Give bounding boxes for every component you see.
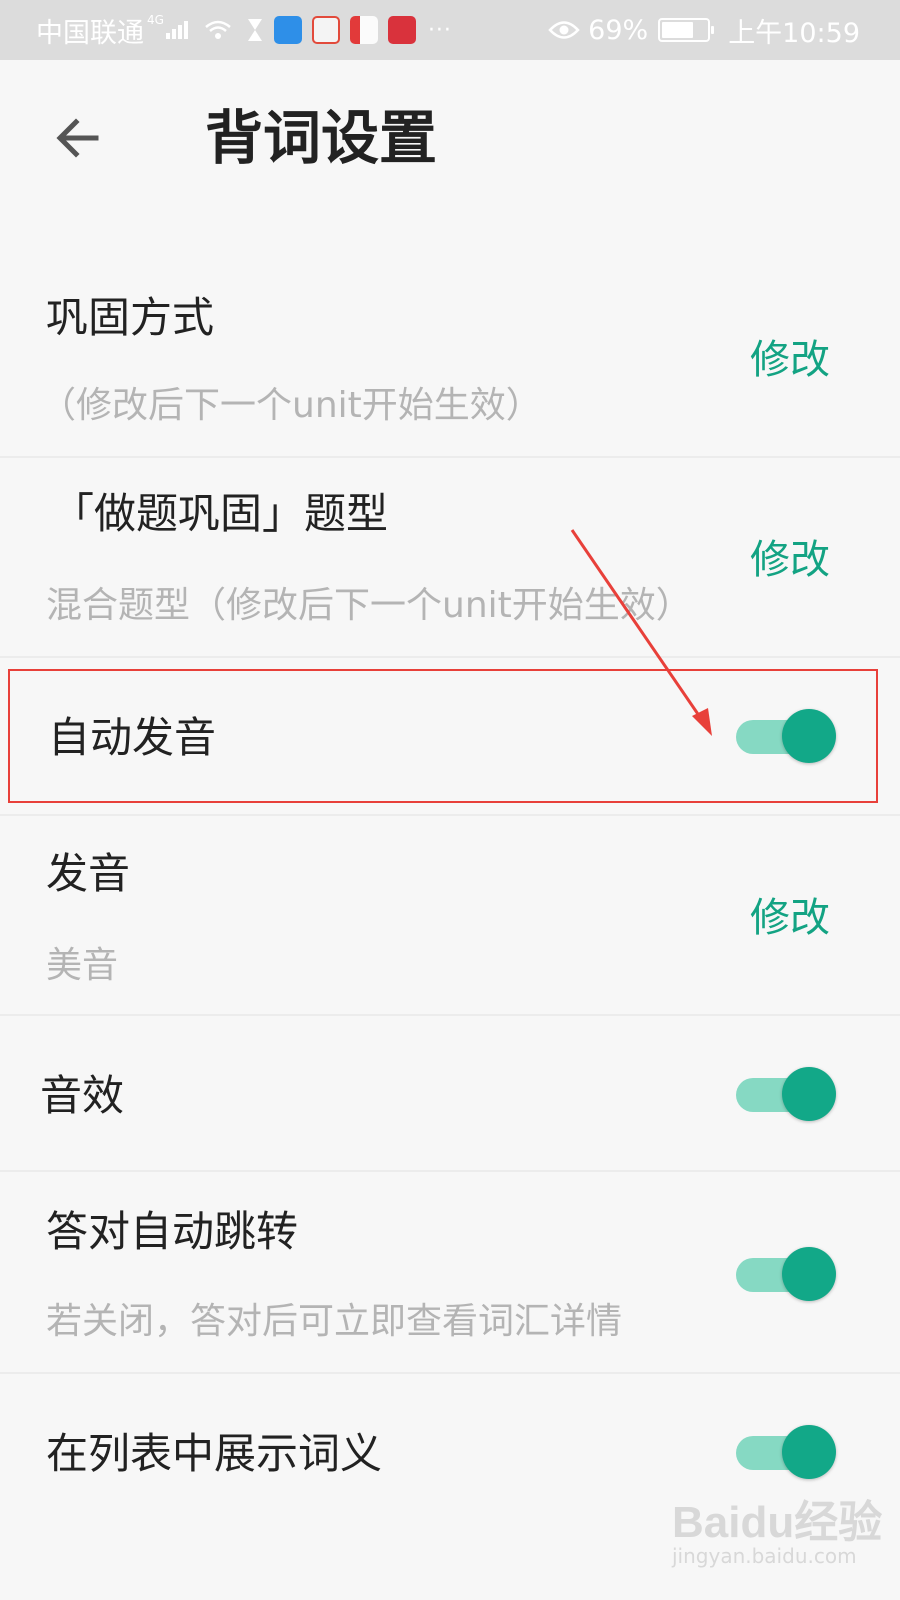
setting-title: 发音: [46, 849, 131, 898]
edit-consolidation-method-button[interactable]: 修改: [750, 332, 830, 388]
setting-title: 答对自动跳转: [46, 1207, 299, 1256]
setting-sound-effects[interactable]: 音效: [0, 1016, 900, 1170]
toggle-knob: [782, 1247, 836, 1301]
watermark-sub: jingyan.baidu.com: [672, 1544, 857, 1568]
signal-icon: [165, 21, 190, 39]
setting-subtitle: 美音: [46, 945, 119, 986]
back-arrow-icon: [56, 118, 99, 158]
more-notifications-icon: ···: [427, 17, 452, 43]
setting-title: 音效: [40, 1071, 125, 1120]
setting-subtitle: （修改后下一个unit开始生效）: [40, 385, 542, 426]
setting-consolidation-method[interactable]: 巩固方式 （修改后下一个unit开始生效） 修改: [0, 260, 900, 456]
show-meaning-toggle[interactable]: [736, 1424, 838, 1480]
sound-effects-toggle[interactable]: [736, 1066, 838, 1122]
edit-pronunciation-button[interactable]: 修改: [750, 890, 830, 946]
hourglass-icon: [246, 17, 264, 43]
setting-subtitle: 混合题型（修改后下一个unit开始生效）: [46, 585, 692, 626]
status-bar: 中国联通 4G ··· 69% 上午10:59: [0, 0, 900, 60]
setting-exercise-type[interactable]: 「做题巩固」题型 混合题型（修改后下一个unit开始生效） 修改: [0, 458, 900, 656]
toggle-knob: [782, 1425, 836, 1479]
clock: 上午10:59: [728, 17, 860, 49]
setting-auto-jump[interactable]: 答对自动跳转 若关闭，答对后可立即查看词汇详情: [0, 1172, 900, 1372]
edit-exercise-type-button[interactable]: 修改: [750, 532, 830, 588]
toggle-knob: [782, 1067, 836, 1121]
baidu-map-notification-icon: [311, 16, 340, 44]
heart-app-notification-icon: [387, 16, 416, 44]
watermark-main: Baidu经验: [672, 1498, 883, 1547]
divider: [0, 656, 900, 658]
highlight-annotation-box: [8, 669, 878, 803]
video-app-notification-icon: [349, 16, 378, 44]
battery-percent: 69%: [588, 14, 649, 46]
back-button[interactable]: [50, 110, 106, 166]
setting-title: 巩固方式: [46, 293, 215, 342]
wifi-icon: [204, 19, 232, 41]
auto-jump-toggle[interactable]: [736, 1246, 838, 1302]
baidu-jingyan-watermark: Baidu经验 jingyan.baidu.com: [672, 1486, 882, 1568]
setting-pronunciation[interactable]: 发音 美音 修改: [0, 816, 900, 1014]
carrier-name: 中国联通: [36, 17, 144, 49]
app-notification-icon: [273, 16, 302, 44]
setting-title: 「做题巩固」题型: [52, 489, 389, 538]
battery-icon: [658, 18, 715, 42]
setting-subtitle: 若关闭，答对后可立即查看词汇详情: [46, 1301, 623, 1342]
eye-comfort-icon: [548, 19, 580, 41]
page-title: 背词设置: [205, 104, 438, 172]
network-type: 4G: [147, 13, 164, 27]
setting-title: 在列表中展示词义: [46, 1429, 383, 1478]
